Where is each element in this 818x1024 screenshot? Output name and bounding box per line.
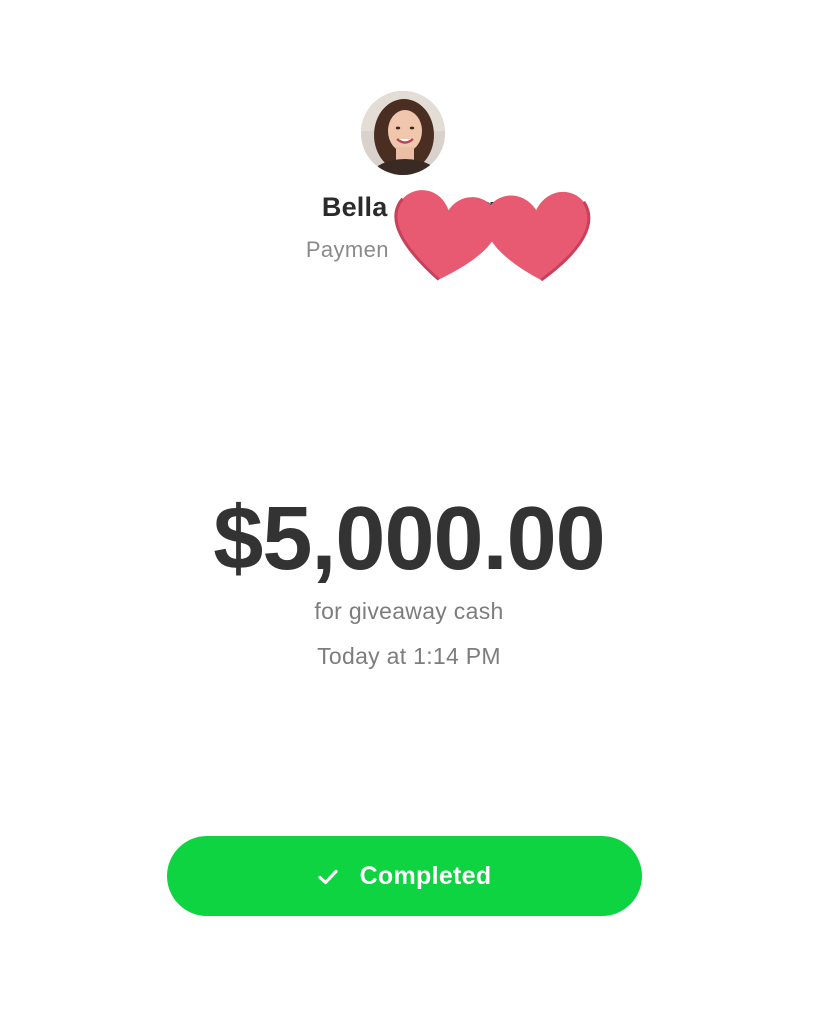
profile-avatar[interactable] — [361, 91, 445, 175]
payment-amount: $5,000.00 — [213, 489, 605, 589]
heart-stickers — [394, 190, 591, 282]
check-icon — [317, 863, 338, 892]
payment-time: Today at 1:14 PM — [317, 643, 501, 669]
completed-status-label: Completed — [359, 861, 492, 890]
recipient-subtitle-visible: Paymen — [305, 237, 389, 262]
avatar-photo — [361, 91, 445, 175]
completed-status-button[interactable]: Completed — [167, 836, 642, 916]
payment-memo: for giveaway cash — [314, 598, 504, 624]
heart-icon — [485, 191, 591, 282]
heart-icon — [394, 190, 499, 281]
recipient-name-visible: Bella — [321, 192, 388, 222]
